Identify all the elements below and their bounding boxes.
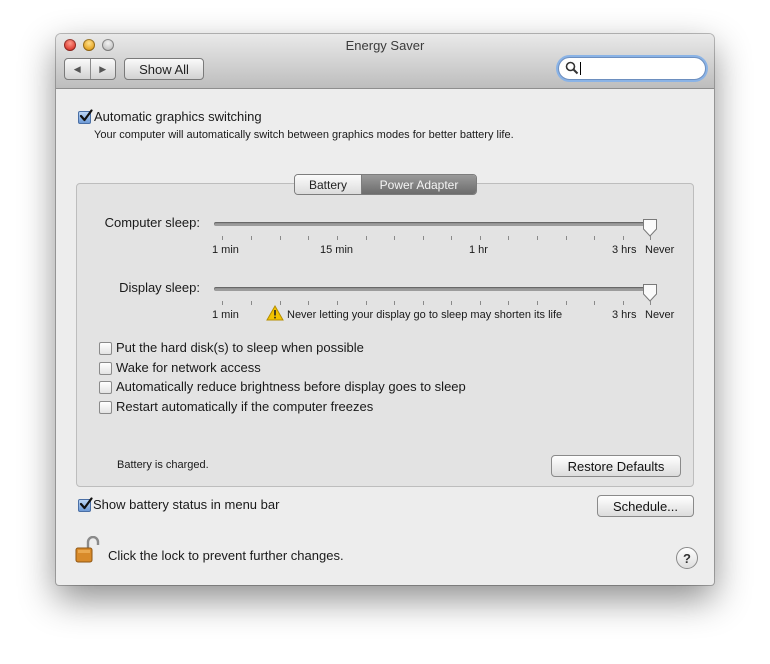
wake-network-access-checkbox[interactable] (99, 362, 112, 375)
tab-bar: Battery Power Adapter (294, 174, 477, 195)
reduce-brightness-label[interactable]: Automatically reduce brightness before d… (116, 379, 466, 394)
restore-defaults-button[interactable]: Restore Defaults (551, 455, 681, 477)
restart-on-freeze-label[interactable]: Restart automatically if the computer fr… (116, 399, 373, 414)
computer-sleep-tick-3hrs: 3 hrs (612, 244, 637, 256)
show-all-button[interactable]: Show All (124, 58, 204, 80)
restart-on-freeze-checkbox[interactable] (99, 401, 112, 414)
wake-network-access-label[interactable]: Wake for network access (116, 360, 261, 375)
back-button[interactable]: ◀ (65, 59, 90, 79)
checkmark-icon (79, 109, 93, 122)
computer-sleep-tick-1min: 1 min (212, 244, 239, 256)
search-input[interactable] (583, 60, 695, 76)
computer-sleep-slider-knob[interactable] (642, 218, 658, 238)
forward-button[interactable]: ▶ (89, 59, 116, 79)
window-title: Energy Saver (345, 38, 425, 53)
display-sleep-tick-3hrs: 3 hrs (612, 309, 637, 321)
computer-sleep-slider-track[interactable] (214, 222, 656, 226)
search-field[interactable] (558, 57, 706, 80)
computer-sleep-label: Computer sleep: (104, 215, 200, 230)
show-battery-status-label[interactable]: Show battery status in menu bar (93, 497, 279, 512)
graphics-switching-description: Your computer will automatically switch … (94, 129, 514, 141)
display-sleep-slider-knob[interactable] (642, 283, 658, 303)
reduce-brightness-checkbox[interactable] (99, 381, 112, 394)
computer-sleep-tick-15min: 15 min (320, 244, 354, 256)
hard-disk-sleep-label[interactable]: Put the hard disk(s) to sleep when possi… (116, 340, 364, 355)
display-sleep-label: Display sleep: (119, 280, 200, 295)
lock-instruction-text: Click the lock to prevent further change… (108, 548, 344, 563)
unlocked-padlock-icon[interactable] (74, 536, 100, 564)
text-cursor (580, 62, 581, 75)
help-button[interactable]: ? (676, 547, 698, 569)
energy-saver-window: Energy Saver ◀ ▶ Show All Automatic grap… (56, 34, 714, 585)
display-sleep-slider-track[interactable] (214, 287, 656, 291)
display-sleep-tick-1min: 1 min (212, 309, 239, 321)
display-sleep-warning-text: Never letting your display go to sleep m… (287, 309, 563, 321)
search-icon (565, 61, 579, 75)
battery-status-text: Battery is charged. (117, 459, 209, 471)
back-forward-control: ◀ ▶ (64, 58, 116, 80)
tab-battery[interactable]: Battery (295, 175, 362, 194)
schedule-button[interactable]: Schedule... (597, 495, 694, 517)
computer-sleep-tick-never: Never (645, 244, 675, 256)
hard-disk-sleep-checkbox[interactable] (99, 342, 112, 355)
checkmark-icon (79, 497, 93, 510)
tab-power-adapter[interactable]: Power Adapter (362, 175, 476, 194)
warning-icon (266, 305, 284, 321)
title-bar: Energy Saver ◀ ▶ Show All (56, 34, 714, 89)
show-battery-status-checkbox[interactable] (78, 497, 93, 512)
automatic-graphics-switching-label[interactable]: Automatic graphics switching (94, 109, 262, 124)
automatic-graphics-switching-checkbox[interactable] (78, 109, 93, 124)
display-sleep-tick-never: Never (645, 309, 675, 321)
computer-sleep-tick-1hr: 1 hr (469, 244, 488, 256)
